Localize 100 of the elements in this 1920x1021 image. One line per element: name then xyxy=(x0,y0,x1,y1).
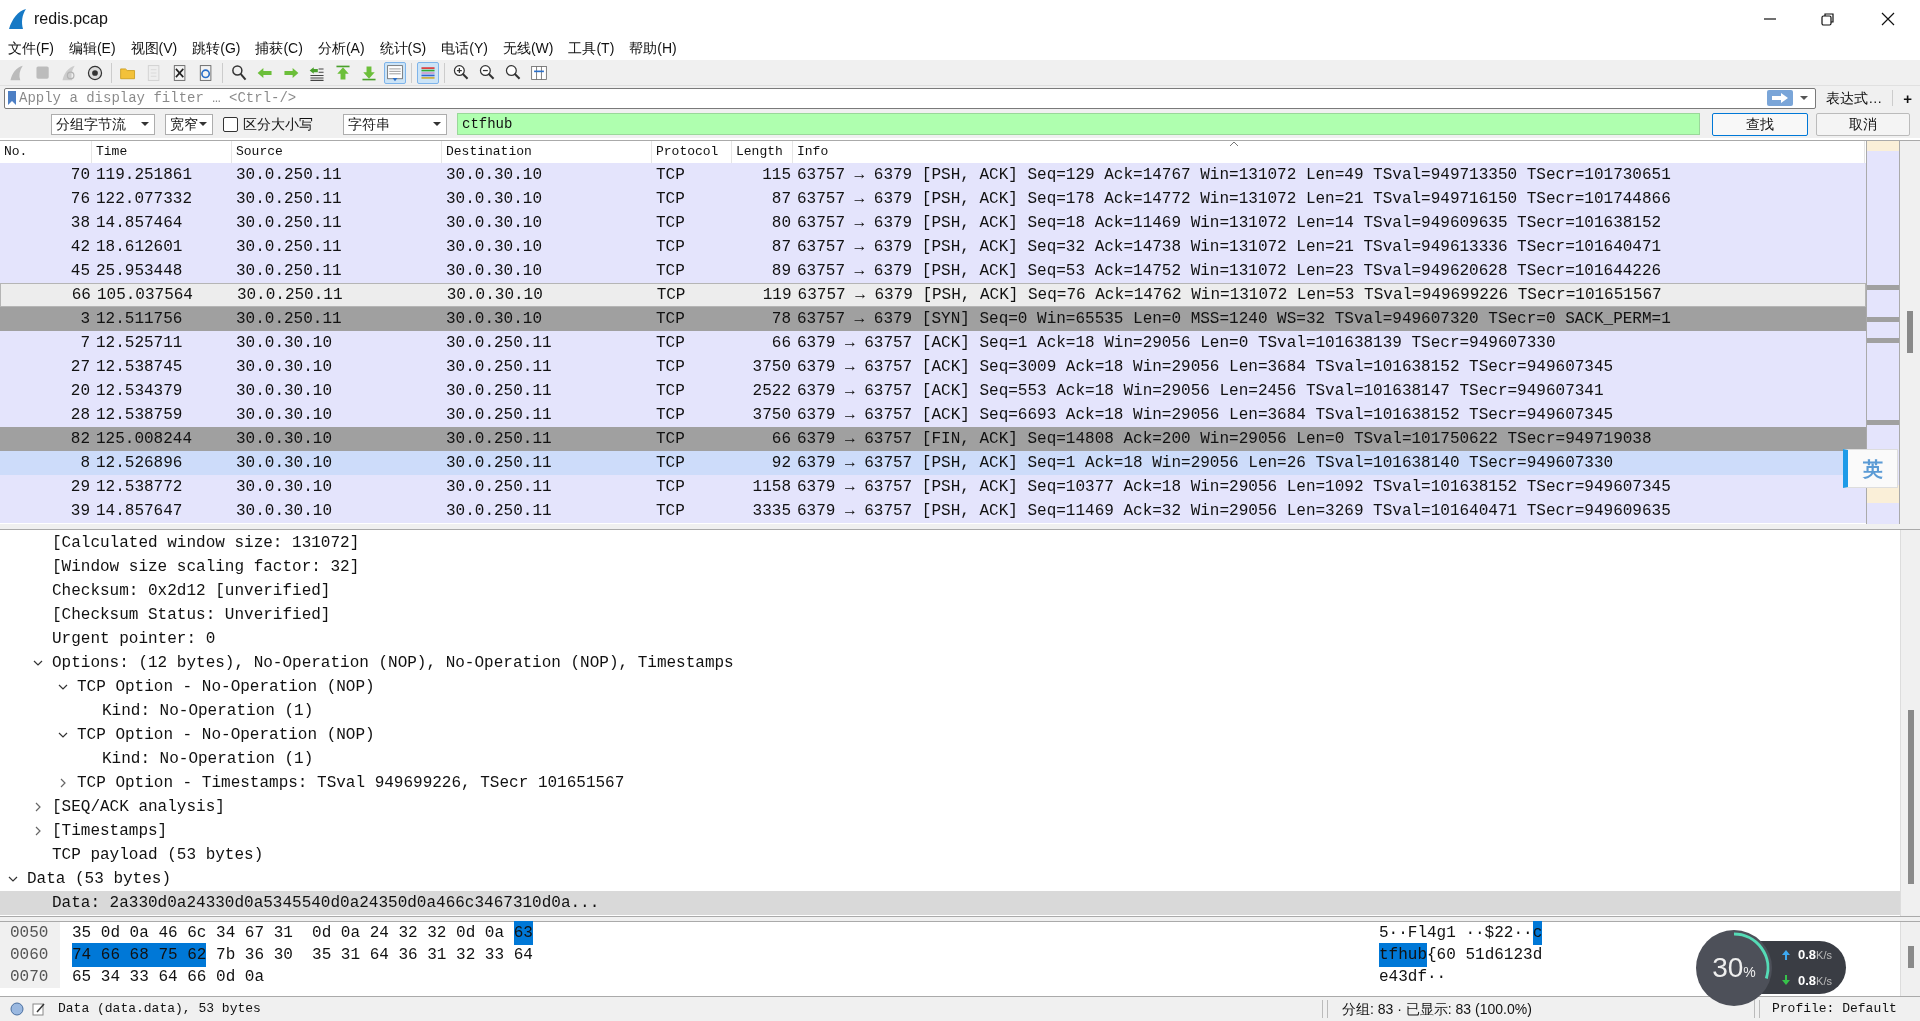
table-cell-text: 80 xyxy=(770,213,792,234)
status-text: Data (data.data), 53 bytes xyxy=(58,1000,262,1019)
table-cell-text: 30.0.250.11 xyxy=(235,213,343,234)
ascii-text: 5··Fl4g1 ··$22·· xyxy=(1379,923,1533,944)
table-cell-text: 30.0.250.11 xyxy=(445,381,553,402)
table-cell-text: TCP xyxy=(655,213,686,234)
table-cell-text: 45 xyxy=(69,261,91,282)
table-cell-text: 7 xyxy=(79,333,91,354)
table-cell-text: 30.0.250.11 xyxy=(445,333,553,354)
table-cell-text: 30.0.30.10 xyxy=(445,165,543,186)
table-cell-text: 30.0.250.11 xyxy=(235,165,343,186)
table-cell-text: 18.612601 xyxy=(95,237,184,258)
table-cell-text: 12.538759 xyxy=(95,405,184,426)
table-cell-text: 70 xyxy=(69,165,91,186)
usage-percent: 30% xyxy=(1712,951,1756,985)
table-cell-text: 89 xyxy=(770,261,792,282)
offset-label: 0070 xyxy=(0,966,60,988)
table-cell-text: 30.0.30.10 xyxy=(445,261,543,282)
table-cell-text: 30.0.250.11 xyxy=(235,189,343,210)
table-cell-text: 115 xyxy=(761,165,792,186)
table-cell-text: TCP xyxy=(655,261,686,282)
table-cell-text: 6379 → 63757 [ACK] Seq=6693 Ack=18 Win=29056 Len=3684 TSval=101638152 TSecr=949607345 xyxy=(796,405,1615,426)
hex-bytes: 7b 36 30 35 31 64 36 31 32 33 64 xyxy=(215,945,533,966)
table-cell-text: 28 xyxy=(69,405,91,426)
table-cell-text: 3750 xyxy=(751,357,792,378)
table-cell-text: 27 xyxy=(69,357,91,378)
table-cell-text: 30.0.30.10 xyxy=(235,381,333,402)
table-cell-text: TCP xyxy=(655,165,686,186)
table-cell-text: 92 xyxy=(770,453,792,474)
table-cell-text: TCP xyxy=(655,333,686,354)
ascii-text: tfhub xyxy=(1379,943,1427,967)
table-cell-text: 119 xyxy=(761,285,793,306)
table-cell-text: TCP xyxy=(655,453,686,474)
table-cell-text: TCP xyxy=(655,405,686,426)
offset-label: 0060 xyxy=(0,944,60,966)
table-cell-text: 76 xyxy=(69,189,91,210)
table-cell-text: 30.0.30.10 xyxy=(235,333,333,354)
table-cell-text: 30.0.30.10 xyxy=(445,189,543,210)
window-title: redis.pcap xyxy=(34,8,108,29)
table-cell-text: 66 xyxy=(770,429,792,450)
table-cell-text: 8 xyxy=(79,453,91,474)
hex-bytes: 63 xyxy=(513,921,533,945)
table-cell-text: 30.0.250.11 xyxy=(445,477,553,498)
table-cell-text: 42 xyxy=(69,237,91,258)
table-cell-text: 30.0.30.10 xyxy=(445,237,543,258)
table-cell-text: 6379 → 63757 [PSH, ACK] Seq=11469 Ack=32 Win=29056 Len=3269 TSval=101640471 TSecr=949609635 xyxy=(796,501,1672,522)
table-cell-text: 122.077332 xyxy=(95,189,193,210)
table-cell-text: 78 xyxy=(770,309,792,330)
download-rate: 0.8K/s xyxy=(1798,971,1832,990)
table-cell-text: 30.0.30.10 xyxy=(235,453,333,474)
table-cell-text: 30.0.250.11 xyxy=(235,285,344,306)
table-cell-text: 87 xyxy=(770,237,792,258)
table-cell-text: 63757 → 6379 [PSH, ACK] Seq=32 Ack=14738 Win=131072 Len=21 TSval=949613336 TSecr=101640471 xyxy=(796,237,1663,258)
offset-label: 0050 xyxy=(0,922,60,944)
table-cell-text: 3 xyxy=(79,309,91,330)
table-cell-text: 6379 → 63757 [PSH, ACK] Seq=1 Ack=18 Win=29056 Len=26 TSval=101638140 TSecr=949607330 xyxy=(796,453,1615,474)
table-cell-text: 20 xyxy=(69,381,91,402)
table-cell-text: 12.534379 xyxy=(95,381,184,402)
ascii-text: {60 51d6123d xyxy=(1427,945,1543,966)
table-cell-text: 30.0.250.11 xyxy=(445,453,553,474)
table-cell-text: 30.0.30.10 xyxy=(445,285,544,306)
table-cell-text: 1158 xyxy=(751,477,792,498)
table-cell-text: 119.251861 xyxy=(95,165,193,186)
checkbox-label: 区分大小写 xyxy=(243,114,313,134)
hex-bytes: 65 34 33 64 66 0d 0a xyxy=(72,967,265,988)
table-cell-text: TCP xyxy=(655,501,686,522)
table-cell-text: TCP xyxy=(655,309,686,330)
table-cell-text: 30.0.250.11 xyxy=(445,405,553,426)
table-cell-text: 105.037564 xyxy=(95,285,194,306)
table-cell-text: 30.0.30.10 xyxy=(235,357,333,378)
table-cell-text: 3335 xyxy=(751,501,792,522)
table-cell-text: 63757 → 6379 [PSH, ACK] Seq=18 Ack=11469 Win=131072 Len=14 TSval=949609635 TSecr=101638152 xyxy=(796,213,1663,234)
table-cell-text: 30.0.250.11 xyxy=(445,357,553,378)
table-cell-text: 30.0.250.11 xyxy=(235,309,343,330)
table-cell-text: 30.0.250.11 xyxy=(445,501,553,522)
table-cell-text: 12.538772 xyxy=(95,477,184,498)
table-cell-text: TCP xyxy=(655,237,686,258)
table-cell-text: 87 xyxy=(770,189,792,210)
table-cell-text: 30.0.30.10 xyxy=(235,429,333,450)
table-cell-text: 39 xyxy=(69,501,91,522)
table-cell-text: 30.0.250.11 xyxy=(445,429,553,450)
table-cell-text: 3750 xyxy=(751,405,792,426)
table-cell-text: 30.0.30.10 xyxy=(235,501,333,522)
table-cell-text: TCP xyxy=(655,357,686,378)
ascii-text: c xyxy=(1532,921,1543,945)
table-cell-text: 63757 → 6379 [PSH, ACK] Seq=76 Ack=14762 Win=131072 Len=53 TSval=949699226 TSecr=101651567 xyxy=(796,285,1663,306)
table-cell-text: 30.0.30.10 xyxy=(445,309,543,330)
table-cell-text: 14.857464 xyxy=(95,213,184,234)
table-cell-text: 63757 → 6379 [SYN] Seq=0 Win=65535 Len=0 MSS=1240 WS=32 TSval=949607320 TSecr=0 SACK_PERM=1 xyxy=(796,309,1672,330)
table-cell-text: 63757 → 6379 [PSH, ACK] Seq=53 Ack=14752 Win=131072 Len=23 TSval=949620628 TSecr=101644226 xyxy=(796,261,1663,282)
table-cell-text: 12.511756 xyxy=(95,309,184,330)
table-cell-text: TCP xyxy=(655,189,686,210)
table-cell-text: 63757 → 6379 [PSH, ACK] Seq=178 Ack=14772 Win=131072 Len=21 TSval=949716150 TSecr=101744866 xyxy=(796,189,1672,210)
table-cell-text: 29 xyxy=(69,477,91,498)
table-cell-text: 66 xyxy=(770,333,792,354)
table-cell-text: 6379 → 63757 [ACK] Seq=1 Ack=18 Win=29056 Len=0 TSval=101638139 TSecr=949607330 xyxy=(796,333,1557,354)
table-cell-text: 6379 → 63757 [ACK] Seq=553 Ack=18 Win=29056 Len=2456 TSval=101638147 TSecr=949607341 xyxy=(796,381,1605,402)
table-cell-text: 30.0.30.10 xyxy=(235,405,333,426)
packet-counts: 分组: 83 · 已显示: 83 (100.0%) xyxy=(1342,999,1533,1019)
table-cell-text: TCP xyxy=(655,477,686,498)
